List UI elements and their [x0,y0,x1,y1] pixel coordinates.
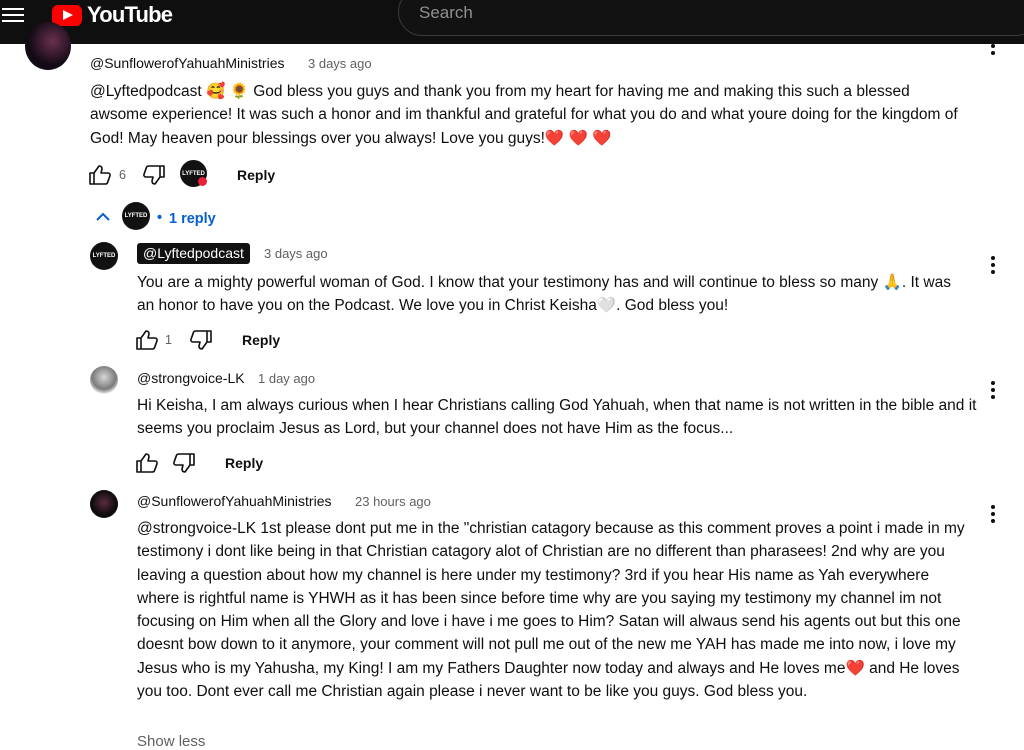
avatar[interactable]: LYFTED [90,242,118,270]
like-count: 1 [165,333,172,347]
comment-text: @Lyftedpodcast 🥰 🌻 God bless you guys an… [90,83,958,147]
chevron-up-icon[interactable] [95,212,111,222]
heart-emoji: ❤️ [544,129,565,147]
youtube-play-icon [52,4,82,26]
logo-text: YouTube [87,2,173,27]
smiling-hearts-emoji: 🥰 [205,83,226,100]
reply-author-avatar: LYFTED [122,202,150,230]
comment-author[interactable]: @SunflowerofYahuahMinistries [90,55,285,71]
reply-time[interactable]: 23 hours ago [355,494,431,509]
creator-heart-icon [198,177,207,186]
white-heart-emoji: 🤍 [596,297,617,315]
avatar[interactable] [25,22,71,70]
more-actions-icon[interactable] [991,44,995,58]
dislike-icon[interactable] [172,452,196,474]
reply-button[interactable]: Reply [237,167,275,183]
heart-emoji: ❤️ [592,129,612,147]
more-actions-icon[interactable] [991,256,995,277]
reply-author[interactable]: @strongvoice-LK [137,370,245,386]
reply-button[interactable]: Reply [242,332,280,348]
reply-button[interactable]: Reply [225,455,263,471]
reply-time[interactable]: 1 day ago [258,371,315,386]
heart-emoji: ❤️ [568,129,588,147]
replies-toggle[interactable]: 1 reply [169,211,216,227]
praying-hands-emoji: 🙏 [882,274,902,291]
reply-time[interactable]: 3 days ago [264,246,328,261]
creator-author-chip[interactable]: @Lyftedpodcast [137,243,250,264]
reply-text: Hi Keisha, I am always curious when I he… [137,397,977,438]
menu-icon[interactable] [2,4,24,24]
dislike-icon[interactable] [189,329,213,351]
show-less-button[interactable]: Show less [137,733,205,750]
avatar[interactable] [90,490,118,518]
sunflower-emoji: 🌻 [229,83,249,100]
more-actions-icon[interactable] [991,381,995,402]
like-icon[interactable] [88,164,112,186]
top-bar: YouTube Search [0,0,1024,44]
reply-text: @strongvoice-LK 1st please dont put me i… [137,520,965,701]
reply-text: You are a mighty powerful woman of God. … [137,274,951,315]
comment-time[interactable]: 3 days ago [308,56,372,71]
like-count: 6 [119,168,126,182]
like-icon[interactable] [135,329,159,351]
replies-bullet: • [157,210,163,226]
search-placeholder: Search [419,3,473,22]
search-input[interactable]: Search [398,0,1024,36]
reply-author[interactable]: @SunflowerofYahuahMinistries [137,493,332,509]
more-actions-icon[interactable] [991,505,995,526]
avatar[interactable] [90,366,118,394]
dislike-icon[interactable] [142,164,166,186]
like-icon[interactable] [135,452,159,474]
heart-emoji: ❤️ [845,659,865,677]
youtube-logo[interactable]: YouTube [52,2,173,28]
